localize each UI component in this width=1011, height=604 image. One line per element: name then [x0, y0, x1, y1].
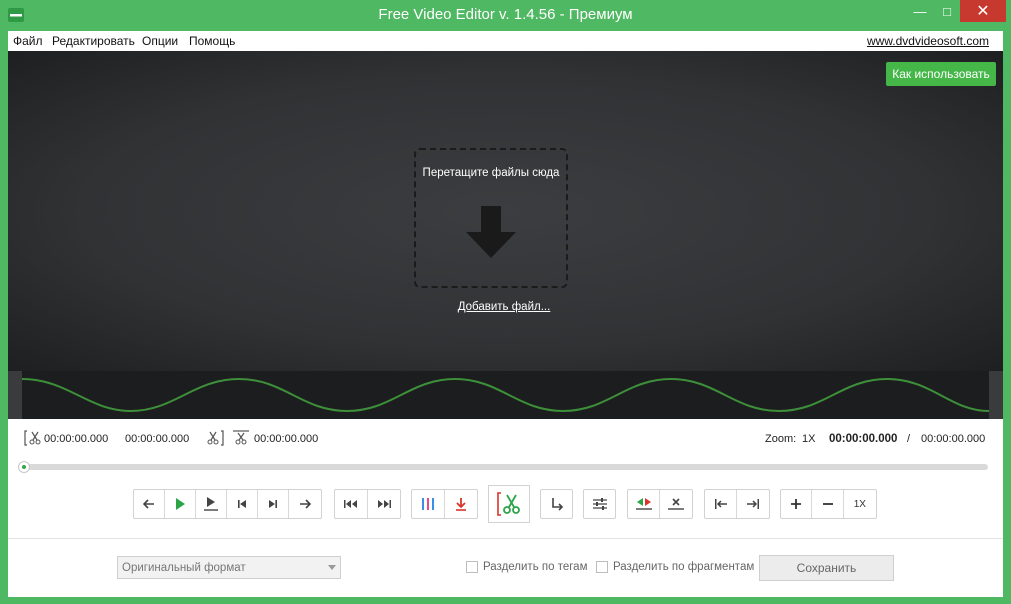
time-separator: /	[907, 433, 911, 445]
next-frame-button[interactable]	[258, 490, 289, 518]
sliders-icon	[592, 498, 607, 510]
current-time: 00:00:00.000	[829, 433, 898, 445]
download-arrow-icon	[466, 206, 516, 258]
skip-next-icon	[269, 500, 277, 508]
delete-x-icon	[668, 498, 684, 510]
minimize-button[interactable]: —	[906, 0, 934, 22]
output-format-value: Оригинальный формат	[122, 562, 246, 574]
app-window: Free Video Editor v. 1.4.56 - Премиум — …	[0, 0, 1011, 604]
window-title: Free Video Editor v. 1.4.56 - Премиум	[378, 6, 633, 23]
go-to-start-button[interactable]	[335, 490, 368, 518]
client-area: Файл Редактировать Опции Помощь www.dvdv…	[8, 31, 1003, 597]
menu-options[interactable]: Опции	[142, 34, 178, 48]
close-button[interactable]: ✕	[960, 0, 1006, 22]
split-by-fragments-label[interactable]: Разделить по фрагментам	[613, 561, 754, 573]
video-preview-area[interactable]: Как использовать Перетащите файлы сюда Д…	[8, 51, 1003, 371]
fragment-length-icon	[233, 430, 249, 445]
rotate-icon	[551, 498, 563, 511]
arrow-left-icon	[143, 499, 154, 509]
rewind-icon	[343, 500, 357, 508]
jump-group	[704, 489, 770, 519]
zoom-value: 1X	[802, 433, 816, 445]
audio-wave-graphic	[21, 377, 990, 413]
total-duration: 00:00:00.000	[921, 433, 986, 445]
how-to-use-button[interactable]: Как использовать	[886, 62, 996, 86]
rotate-button[interactable]	[541, 490, 572, 518]
rotate-group	[540, 489, 573, 519]
jump-start-button[interactable]	[705, 490, 738, 518]
playback-group	[133, 489, 322, 519]
cut-start-icon[interactable]	[24, 430, 42, 446]
plus-icon	[791, 499, 802, 509]
chevron-down-icon	[328, 565, 336, 570]
zoom-reset-button[interactable]: 1X	[844, 490, 876, 518]
play-button[interactable]	[165, 490, 196, 518]
delete-fragment-button[interactable]	[660, 490, 692, 518]
drop-zone[interactable]: Перетащите файлы сюда	[414, 148, 568, 288]
selection-start-time: 00:00:00.000	[44, 433, 109, 445]
add-file-link[interactable]: Добавить файл...	[418, 301, 590, 313]
split-by-tags-checkbox[interactable]	[466, 561, 478, 573]
select-markers-icon	[635, 498, 652, 510]
maximize-button[interactable]: □	[934, 0, 960, 22]
adjust-group	[583, 489, 616, 519]
play-icon	[176, 498, 185, 510]
split-markers-button[interactable]	[412, 490, 445, 518]
output-format-select[interactable]: Оригинальный формат	[117, 556, 341, 579]
zoom-in-button[interactable]	[781, 490, 813, 518]
menu-bar: Файл Редактировать Опции Помощь www.dvdv…	[8, 31, 1003, 51]
timecode-row: 00:00:00.000 00:00:00.000 00:00:00.000 Z…	[8, 419, 1003, 459]
menu-edit[interactable]: Редактировать	[52, 34, 135, 48]
cut-button[interactable]	[488, 485, 530, 523]
zoom-group: 1X	[780, 489, 877, 519]
fast-forward-icon	[377, 500, 391, 508]
website-link[interactable]: www.dvdvideosoft.com	[867, 34, 989, 48]
navigation-group	[334, 489, 401, 519]
previous-frame-button[interactable]	[227, 490, 258, 518]
cut-end-icon[interactable]	[206, 430, 224, 446]
skip-previous-icon	[238, 500, 246, 508]
step-forward-button[interactable]	[289, 490, 321, 518]
jump-right-icon	[747, 499, 759, 509]
title-bar: Free Video Editor v. 1.4.56 - Премиум — …	[0, 0, 1011, 31]
adjust-button[interactable]	[584, 490, 615, 518]
step-back-button[interactable]	[134, 490, 165, 518]
drop-zone-label: Перетащите файлы сюда	[422, 167, 560, 179]
split-by-fragments-checkbox[interactable]	[596, 561, 608, 573]
divider	[8, 538, 1003, 539]
download-icon	[455, 497, 466, 511]
zoom-label: Zoom:	[765, 433, 797, 445]
minus-icon	[822, 503, 833, 505]
cut-length-time: 00:00:00.000	[254, 433, 319, 445]
save-button[interactable]: Сохранить	[759, 555, 894, 581]
timeline-waveform[interactable]	[8, 371, 1003, 419]
play-selection-button[interactable]	[196, 490, 227, 518]
jump-left-icon	[714, 499, 727, 509]
menu-file[interactable]: Файл	[13, 34, 43, 48]
split-bars-icon	[421, 498, 434, 510]
selection-group	[627, 489, 693, 519]
play-selection-icon	[204, 497, 218, 511]
selection-end-time: 00:00:00.000	[125, 433, 190, 445]
select-fragment-button[interactable]	[628, 490, 661, 518]
scissors-icon	[497, 492, 520, 516]
menu-help[interactable]: Помощь	[189, 34, 235, 48]
zoom-out-button[interactable]	[812, 490, 844, 518]
markers-group	[411, 489, 478, 519]
playback-controls: 1X	[8, 483, 1003, 527]
arrow-right-icon	[300, 499, 311, 509]
seek-bar[interactable]	[20, 464, 988, 470]
seek-handle[interactable]	[18, 461, 30, 473]
go-to-end-button[interactable]	[368, 490, 401, 518]
split-by-tags-label[interactable]: Разделить по тегам	[483, 561, 587, 573]
jump-end-button[interactable]	[737, 490, 769, 518]
timeline-right-handle[interactable]	[989, 371, 1003, 419]
download-marker-button[interactable]	[445, 490, 478, 518]
